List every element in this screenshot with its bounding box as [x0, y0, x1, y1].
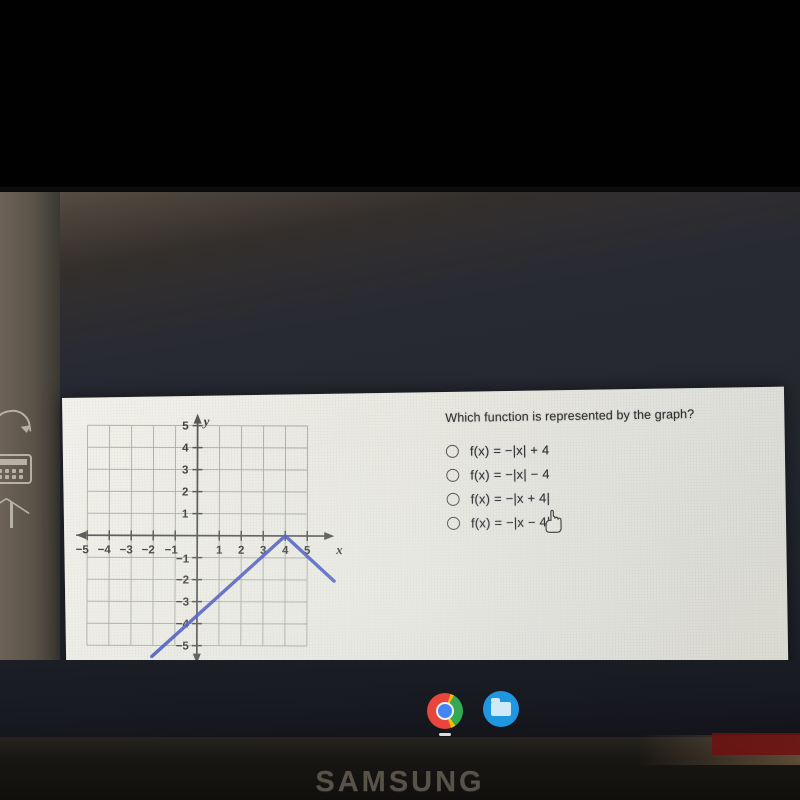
svg-text:1: 1	[182, 509, 189, 521]
svg-text:−4: −4	[98, 544, 112, 556]
svg-text:−5: −5	[76, 544, 90, 556]
option-label-c: f(x) = −|x + 4|	[470, 490, 551, 507]
svg-text:−1: −1	[176, 554, 190, 566]
background-red-object	[712, 733, 800, 755]
svg-text:3: 3	[182, 465, 188, 477]
question-text: Which function is represented by the gra…	[445, 407, 695, 425]
option-label-d: f(x) = −|x − 4|	[470, 514, 551, 531]
svg-text:y: y	[202, 414, 210, 429]
option-label-b: f(x) = −|x| − 4	[470, 466, 550, 483]
svg-text:−2: −2	[176, 575, 189, 587]
desktop-background: −5 −4 −3 −2 −1 1 2 3 4 5 5 4 3 2 1 −1 −2…	[0, 192, 800, 800]
option-row-a[interactable]: f(x) = −|x| + 4	[445, 435, 746, 463]
svg-text:x: x	[335, 542, 343, 557]
option-row-c[interactable]: f(x) = −|x + 4|	[446, 483, 746, 511]
radio-button-d[interactable]	[446, 516, 461, 530]
desktop-left-shade	[0, 192, 60, 687]
samsung-brand-logo: SAMSUNG	[315, 766, 485, 798]
answer-options: f(x) = −|x| + 4 f(x) = −|x| − 4 f(x) = −…	[445, 435, 747, 536]
option-label-a: f(x) = −|x| + 4	[469, 442, 550, 459]
svg-text:1: 1	[216, 545, 223, 557]
radio-button-b[interactable]	[446, 468, 460, 482]
calculator-icon[interactable]	[0, 454, 32, 484]
chrome-icon[interactable]	[427, 693, 463, 736]
option-row-b[interactable]: f(x) = −|x| − 4	[446, 459, 746, 487]
svg-text:5: 5	[182, 421, 189, 433]
radio-button-a[interactable]	[445, 444, 459, 458]
hand-pointer-cursor	[543, 508, 565, 534]
taskbar	[0, 660, 800, 745]
svg-text:−2: −2	[142, 544, 155, 556]
screen-bezel-top	[0, 0, 800, 197]
files-icon[interactable]	[483, 691, 519, 727]
svg-text:−3: −3	[120, 544, 133, 556]
svg-text:−5: −5	[176, 641, 190, 653]
svg-text:4: 4	[182, 443, 189, 455]
radio-button-c[interactable]	[446, 492, 460, 506]
svg-text:2: 2	[238, 545, 244, 557]
arrow-up-icon[interactable]	[0, 500, 26, 528]
laptop-photo: −5 −4 −3 −2 −1 1 2 3 4 5 5 4 3 2 1 −1 −2…	[0, 0, 800, 800]
svg-text:2: 2	[182, 487, 188, 499]
svg-text:−3: −3	[176, 597, 189, 609]
option-row-d[interactable]: f(x) = −|x − 4|	[446, 507, 747, 535]
function-graph: −5 −4 −3 −2 −1 1 2 3 4 5 5 4 3 2 1 −1 −2…	[72, 413, 353, 664]
svg-text:4: 4	[282, 545, 289, 557]
